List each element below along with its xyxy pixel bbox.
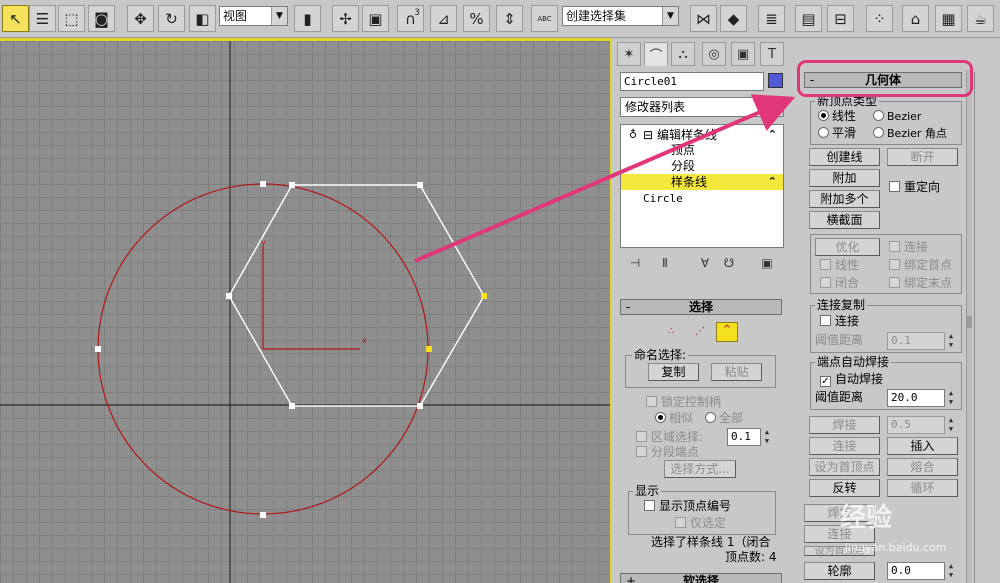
watermark-text: 经验 — [840, 503, 893, 533]
watermark-url: jingyan.baidu.com — [845, 541, 947, 554]
pointer-arrow — [414, 94, 796, 263]
annotation-arrow — [414, 94, 796, 263]
